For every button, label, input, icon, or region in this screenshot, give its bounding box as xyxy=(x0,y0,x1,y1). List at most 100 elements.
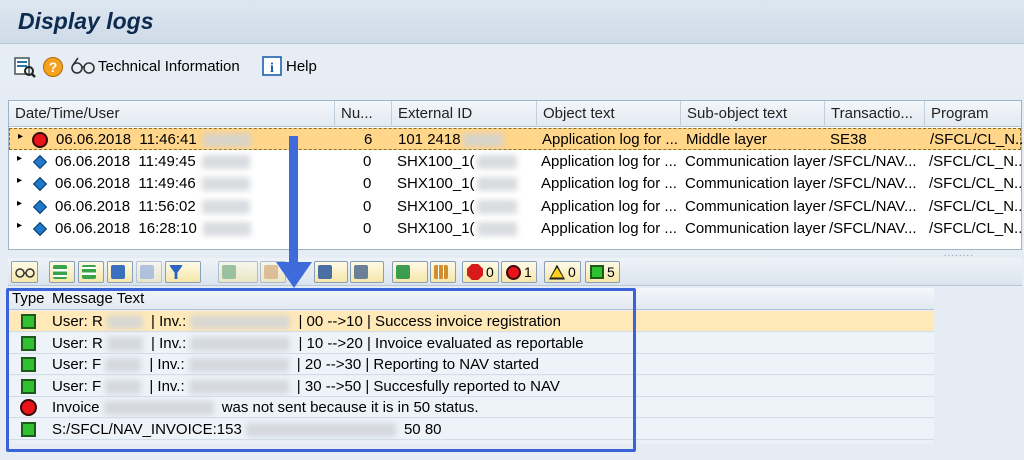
transaction-cell: /SFCL/NAV... xyxy=(829,152,917,170)
col-date-time-user[interactable]: Date/Time/User xyxy=(9,101,335,127)
redacted-user xyxy=(201,154,250,169)
filter-button[interactable] xyxy=(165,261,201,283)
program-cell: /SFCL/CL_N... xyxy=(930,131,1024,148)
col-type[interactable]: Type xyxy=(12,288,45,310)
title-bar: Display logs xyxy=(0,0,1024,44)
expand-node-icon[interactable]: ▸ xyxy=(17,153,22,164)
message-row[interactable]: User: F | Inv.: | 30 -->50 | Succesfully… xyxy=(8,375,934,397)
sub-object-text-cell: Communication layer xyxy=(685,220,826,237)
find-button[interactable] xyxy=(107,261,133,283)
stop-icon xyxy=(467,264,483,280)
type-cell xyxy=(8,419,48,440)
find-next-button[interactable] xyxy=(136,261,162,283)
message-row[interactable]: S:/SFCL/NAV_INVOICE:153 50 80 xyxy=(8,418,934,440)
print-button[interactable] xyxy=(314,261,348,283)
warning-filter-button[interactable]: 0 xyxy=(544,261,581,283)
col-message-text[interactable]: Message Text xyxy=(52,288,144,310)
page-title: Display logs xyxy=(18,8,154,34)
info-diamond-icon xyxy=(32,199,48,214)
expand-node-icon[interactable]: ▸ xyxy=(17,175,22,186)
message-row[interactable]: Invoice was not sent because it is in 50… xyxy=(8,397,934,418)
change-layout-button[interactable] xyxy=(430,261,456,283)
error-filter-button[interactable]: 1 xyxy=(501,261,537,283)
redacted-user xyxy=(202,222,251,237)
log-row[interactable]: ▸ 06.06.2018 16:28:10 0 SHX100_1(Applicatio… xyxy=(9,218,1023,240)
message-table: Type Message Text User: R | Inv.: | 00 -… xyxy=(8,288,934,444)
sub-object-text-cell: Communication layer xyxy=(685,175,826,192)
type-cell xyxy=(8,397,48,418)
technical-information-label: Technical Information xyxy=(98,57,240,75)
glasses-icon xyxy=(15,268,35,278)
transaction-cell: /SFCL/NAV... xyxy=(829,197,917,215)
question-icon: ? xyxy=(43,57,63,77)
number-cell: 6 xyxy=(364,131,373,148)
expand-node-icon[interactable]: ▸ xyxy=(18,131,23,142)
col-program[interactable]: Program xyxy=(925,101,1023,127)
expand-node-icon[interactable]: ▸ xyxy=(17,220,22,231)
message-row[interactable]: User: R | Inv.: | 10 -->20 | Invoice eva… xyxy=(8,332,934,354)
col-number[interactable]: Nu... xyxy=(335,101,392,127)
redacted-value xyxy=(103,401,214,416)
redacted-invoice xyxy=(190,315,291,330)
transaction-cell: SE38 xyxy=(830,131,867,148)
success-icon xyxy=(21,378,36,394)
log-list-table: Date/Time/User Nu... External ID Object … xyxy=(8,100,1024,250)
filter-icon xyxy=(169,265,183,279)
external-id-cell: 101 2418 xyxy=(394,129,538,151)
col-object-text[interactable]: Object text xyxy=(537,101,681,127)
log-row[interactable]: ▸ 06.06.2018 11:56:02 0 SHX100_1(Applicatio… xyxy=(9,196,1023,218)
message-row[interactable]: User: F | Inv.: | 20 -->30 | Reporting t… xyxy=(8,354,934,375)
transaction-cell: /SFCL/NAV... xyxy=(829,220,917,237)
success-icon xyxy=(21,357,36,372)
sum-button[interactable] xyxy=(218,261,258,283)
redacted-id xyxy=(476,154,517,169)
message-row[interactable]: User: R | Inv.: | 00 -->10 | Success inv… xyxy=(8,311,934,332)
error-icon xyxy=(506,264,521,280)
redacted-user xyxy=(202,133,251,148)
sort-ascending-button[interactable] xyxy=(49,261,75,283)
warning-icon xyxy=(549,264,565,280)
stop-count: 0 xyxy=(486,264,494,280)
expand-node-icon[interactable]: ▸ xyxy=(17,198,22,209)
sort-descending-button[interactable] xyxy=(78,261,104,283)
svg-text:i: i xyxy=(270,61,274,76)
external-id-cell: SHX100_1( xyxy=(393,173,537,195)
external-id-cell: SHX100_1( xyxy=(393,151,537,173)
external-id-cell: SHX100_1( xyxy=(393,218,537,240)
redacted-value xyxy=(106,336,143,351)
message-text-cell: Invoice was not sent because it is in 50… xyxy=(52,399,479,416)
success-icon xyxy=(21,421,36,437)
number-cell: 0 xyxy=(363,197,372,215)
redacted-id xyxy=(462,133,503,148)
help-label: Help xyxy=(286,57,317,75)
layout-button[interactable] xyxy=(350,261,384,283)
sort-ascending-icon xyxy=(53,265,67,279)
program-cell: /SFCL/CL_N... xyxy=(929,175,1023,192)
success-count: 5 xyxy=(607,264,615,280)
stop-filter-button[interactable]: 0 xyxy=(462,261,499,283)
redacted-value xyxy=(105,379,142,394)
col-transaction[interactable]: Transactio... xyxy=(825,101,925,127)
sub-object-text-cell: Communication layer xyxy=(685,152,826,170)
export-button[interactable] xyxy=(392,261,428,283)
log-row[interactable]: ▸ 06.06.2018 11:49:45 0 SHX100_1(Applicatio… xyxy=(9,151,1023,173)
help-question-button[interactable]: ? xyxy=(42,56,64,78)
glasses-icon xyxy=(71,57,95,74)
program-cell: /SFCL/CL_N... xyxy=(929,152,1023,170)
type-cell xyxy=(8,376,48,397)
program-cell: /SFCL/CL_N... xyxy=(929,220,1023,237)
help-button[interactable]: i Help xyxy=(262,56,317,76)
number-cell: 0 xyxy=(363,152,372,170)
log-row[interactable]: ▸ 06.06.2018 11:46:41 6 101 2418 Application… xyxy=(9,128,1024,151)
display-button[interactable] xyxy=(14,56,36,78)
log-row[interactable]: ▸ 06.06.2018 11:49:46 0 SHX100_1(Applicatio… xyxy=(9,173,1023,195)
success-filter-button[interactable]: 5 xyxy=(585,261,620,283)
object-text-cell: Application log for ... xyxy=(541,197,677,215)
col-external-id[interactable]: External ID xyxy=(392,101,537,127)
technical-info-small-button[interactable] xyxy=(11,261,38,283)
col-sub-object-text[interactable]: Sub-object text xyxy=(681,101,825,127)
object-text-cell: Application log for ... xyxy=(541,175,677,192)
type-cell xyxy=(8,354,48,375)
technical-information-button[interactable]: Technical Information xyxy=(70,56,240,76)
redacted-value xyxy=(245,422,396,437)
